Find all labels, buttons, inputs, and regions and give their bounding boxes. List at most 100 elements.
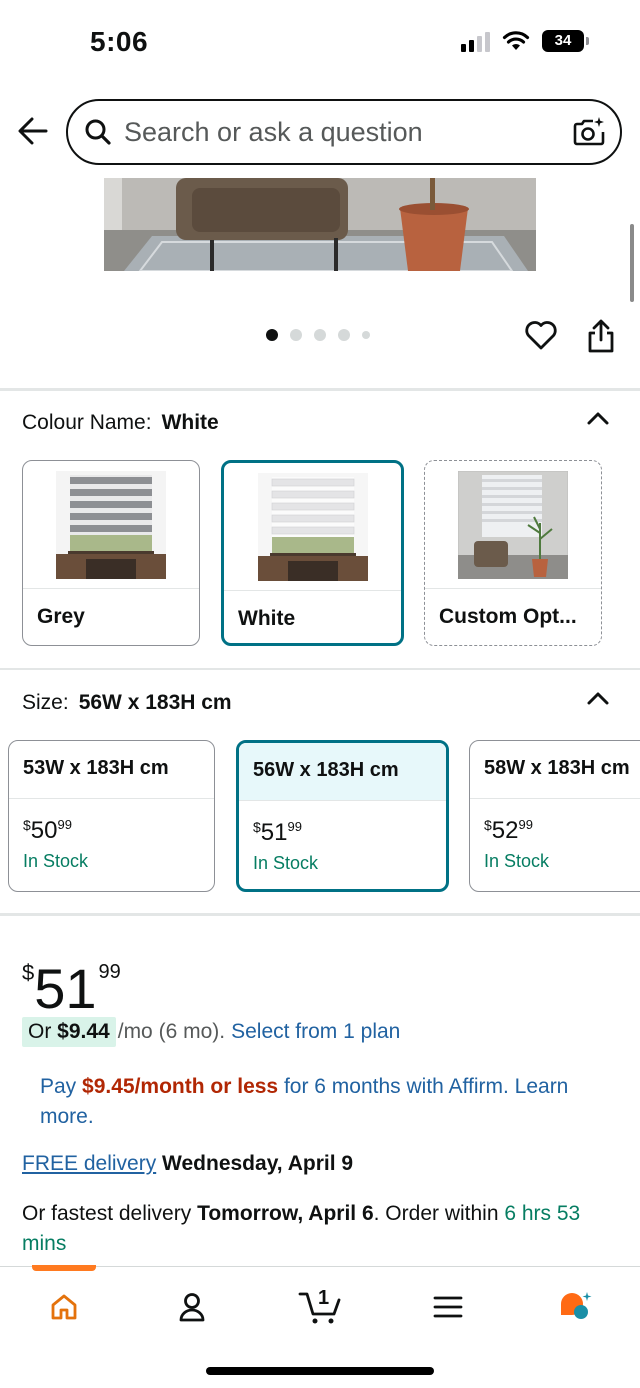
hamburger-menu-icon <box>433 1296 463 1318</box>
monthly-term: /mo (6 mo). <box>117 1020 226 1043</box>
colour-option-grey[interactable]: Grey <box>22 460 200 646</box>
size-option-price: $5099 <box>9 799 214 845</box>
size-label: Size: <box>22 691 69 714</box>
affirm-offer[interactable]: Pay $9.45/month or less for 6 months wit… <box>40 1072 600 1132</box>
size-option-58w[interactable]: 58W x 183H cm $5299 In Stock <box>469 740 640 892</box>
price-whole: 52 <box>491 817 519 844</box>
section-divider <box>0 668 640 670</box>
swatch-separator <box>224 590 401 591</box>
home-indicator <box>206 1367 434 1375</box>
scroll-indicator <box>630 224 634 302</box>
colour-label: Colour Name: <box>22 411 152 434</box>
person-icon <box>179 1293 205 1322</box>
battery-icon: 34 <box>542 30 589 52</box>
nav-rufus[interactable] <box>544 1287 608 1327</box>
stock-status: In Stock <box>484 851 550 871</box>
price-whole: 51 <box>260 819 288 846</box>
gallery-dot[interactable] <box>266 329 278 341</box>
back-arrow-icon[interactable] <box>16 114 50 148</box>
colour-option-label: Custom Opt... <box>439 605 577 628</box>
affirm-suffix: for 6 months with Affirm. <box>283 1075 509 1098</box>
price-cents: 99 <box>98 961 121 983</box>
stock-status: In Stock <box>253 853 319 873</box>
product-photo <box>104 178 536 271</box>
monthly-prefix: Or <box>28 1020 52 1043</box>
colour-selected-value: White <box>161 411 219 434</box>
size-selected-value: 56W x 183H cm <box>78 691 232 714</box>
status-time: 5:06 <box>90 26 149 57</box>
price-currency: $ <box>484 817 492 833</box>
camera-search-icon[interactable] <box>572 115 606 149</box>
monthly-amount: $9.44 <box>57 1020 110 1043</box>
product-price: $51 99 <box>22 944 121 1017</box>
size-option-price: $5299 <box>470 799 640 845</box>
status-bar: 5:06 34 <box>0 0 640 88</box>
delivery-date: Wednesday, April 9 <box>162 1152 354 1175</box>
size-option-56w[interactable]: 56W x 183H cm $5199 In Stock <box>236 740 449 892</box>
gallery-dot[interactable] <box>314 329 326 341</box>
nav-active-indicator <box>32 1265 96 1271</box>
home-icon <box>51 1294 77 1320</box>
size-option-label: 56W x 183H cm <box>239 743 446 801</box>
affirm-amount: $9.45/month or less <box>82 1075 279 1098</box>
cart-count-badge: 1 <box>318 1287 330 1309</box>
product-image[interactable] <box>104 178 536 271</box>
swatch-separator <box>425 588 601 589</box>
price-whole: 50 <box>30 817 58 844</box>
search-bar[interactable] <box>66 99 622 165</box>
swatch-separator <box>23 588 199 589</box>
stock-status: In Stock <box>23 851 89 871</box>
bottom-nav: 1 <box>0 1265 640 1388</box>
colour-option-custom[interactable]: Custom Opt... <box>424 460 602 646</box>
share-icon[interactable] <box>584 318 618 354</box>
price-cents: 99 <box>287 819 302 834</box>
fastest-prefix: Or fastest delivery <box>22 1202 192 1225</box>
price-whole: 51 <box>34 957 97 1020</box>
size-heading: Size: 56W x 183H cm <box>22 691 232 715</box>
wifi-icon <box>502 31 530 50</box>
delivery-info: FREE delivery Wednesday, April 9 <box>22 1152 353 1176</box>
nav-home[interactable] <box>32 1287 96 1327</box>
colour-option-white[interactable]: White <box>221 460 404 646</box>
size-option-label: 58W x 183H cm <box>470 741 640 799</box>
search-icon <box>85 119 111 145</box>
gallery-dot[interactable] <box>338 329 350 341</box>
status-icons: 34 <box>461 30 589 52</box>
rufus-assistant-icon <box>561 1292 592 1319</box>
chevron-up-icon[interactable] <box>586 410 610 426</box>
nav-menu[interactable] <box>416 1287 480 1327</box>
affirm-prefix: Pay <box>40 1075 77 1098</box>
fastest-date: Tomorrow, April 6 <box>197 1202 374 1225</box>
select-plan-link[interactable]: Select from 1 plan <box>231 1020 400 1044</box>
colour-option-label: White <box>238 607 296 630</box>
colour-heading: Colour Name: White <box>22 411 219 435</box>
blind-custom-thumbnail <box>458 471 568 579</box>
price-cents: 99 <box>518 817 533 832</box>
nav-cart[interactable]: 1 <box>288 1287 354 1327</box>
search-input[interactable] <box>124 116 554 148</box>
fastest-middle: . Order within <box>373 1202 499 1225</box>
monthly-badge: Or $9.44 <box>22 1017 116 1047</box>
heart-icon[interactable] <box>524 318 558 352</box>
monthly-payment: Or $9.44 /mo (6 mo). Select from 1 plan <box>22 1017 400 1047</box>
gallery-pagination[interactable] <box>266 329 370 341</box>
free-delivery-link[interactable]: FREE delivery <box>22 1152 156 1175</box>
size-option-label: 53W x 183H cm <box>9 741 214 799</box>
gallery-dot[interactable] <box>290 329 302 341</box>
chevron-up-icon[interactable] <box>586 690 610 706</box>
blind-grey-thumbnail <box>56 471 166 579</box>
size-option-53w[interactable]: 53W x 183H cm $5099 In Stock <box>8 740 215 892</box>
price-currency: $ <box>23 817 31 833</box>
size-option-price: $5199 <box>239 801 446 847</box>
fastest-delivery-info: Or fastest delivery Tomorrow, April 6. O… <box>22 1199 622 1259</box>
colour-option-label: Grey <box>37 605 85 628</box>
price-currency: $ <box>22 960 35 985</box>
price-cents: 99 <box>57 817 72 832</box>
blind-white-thumbnail <box>257 473 368 581</box>
cellular-signal-icon <box>461 30 490 52</box>
nav-account[interactable] <box>160 1287 224 1327</box>
section-divider <box>0 388 640 391</box>
section-divider <box>0 913 640 916</box>
gallery-dot[interactable] <box>362 331 370 339</box>
price-currency: $ <box>253 819 261 835</box>
